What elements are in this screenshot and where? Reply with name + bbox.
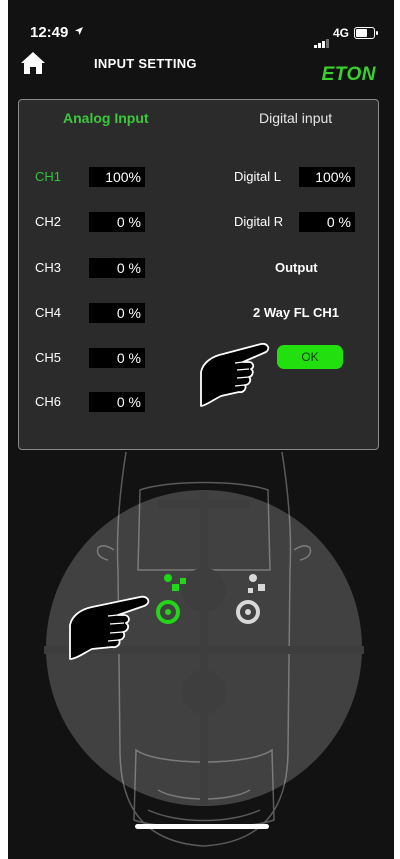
location-arrow-icon xyxy=(74,25,84,39)
channel-row-ch4: CH4 0 % xyxy=(19,303,179,325)
channel-row-ch5: CH5 0 % xyxy=(19,348,179,370)
channel-value[interactable]: 0 % xyxy=(89,303,145,323)
home-icon[interactable] xyxy=(20,50,46,76)
app-header: INPUT SETTING ETON xyxy=(8,44,394,94)
output-heading: Output xyxy=(275,260,318,275)
home-indicator[interactable] xyxy=(135,824,269,829)
page-title: INPUT SETTING xyxy=(94,56,197,71)
digital-l-value[interactable]: 100% xyxy=(299,167,355,187)
channel-row-ch1: CH1 100% xyxy=(19,167,179,189)
channel-label: CH3 xyxy=(35,260,62,275)
digital-r-label: Digital R xyxy=(234,214,284,229)
status-bar: 12:49 4G xyxy=(8,0,394,48)
battery-icon xyxy=(354,27,378,39)
channel-label: CH1 xyxy=(35,169,62,184)
channel-label: CH2 xyxy=(35,214,62,229)
channel-label: CH4 xyxy=(35,305,62,320)
status-time: 12:49 xyxy=(30,24,69,41)
channel-label: CH6 xyxy=(35,394,62,409)
app-screen: 12:49 4G INPUT SETTING ETON Analog Input… xyxy=(8,0,394,859)
network-type: 4G xyxy=(333,26,350,40)
channel-row-ch2: CH2 0 % xyxy=(19,212,179,234)
ok-button[interactable]: OK xyxy=(277,345,343,369)
digital-r-value[interactable]: 0 % xyxy=(299,212,355,232)
channel-row-ch6: CH6 0 % xyxy=(19,392,179,414)
pointing-hand-icon xyxy=(191,340,281,415)
channel-value[interactable]: 0 % xyxy=(89,212,145,232)
channel-value[interactable]: 100% xyxy=(89,167,145,187)
brand-logo: ETON xyxy=(321,64,376,85)
digital-l-label: Digital L xyxy=(234,169,281,184)
channel-value[interactable]: 0 % xyxy=(89,258,145,278)
output-value: 2 Way FL CH1 xyxy=(253,305,339,320)
tab-analog-input[interactable]: Analog Input xyxy=(63,110,149,126)
channel-value[interactable]: 0 % xyxy=(89,392,145,412)
pointing-hand-icon xyxy=(62,585,158,666)
tab-digital-input[interactable]: Digital input xyxy=(259,110,332,126)
channel-row-ch3: CH3 0 % xyxy=(19,258,179,280)
channel-label: CH5 xyxy=(35,350,62,365)
channel-value[interactable]: 0 % xyxy=(89,348,145,368)
